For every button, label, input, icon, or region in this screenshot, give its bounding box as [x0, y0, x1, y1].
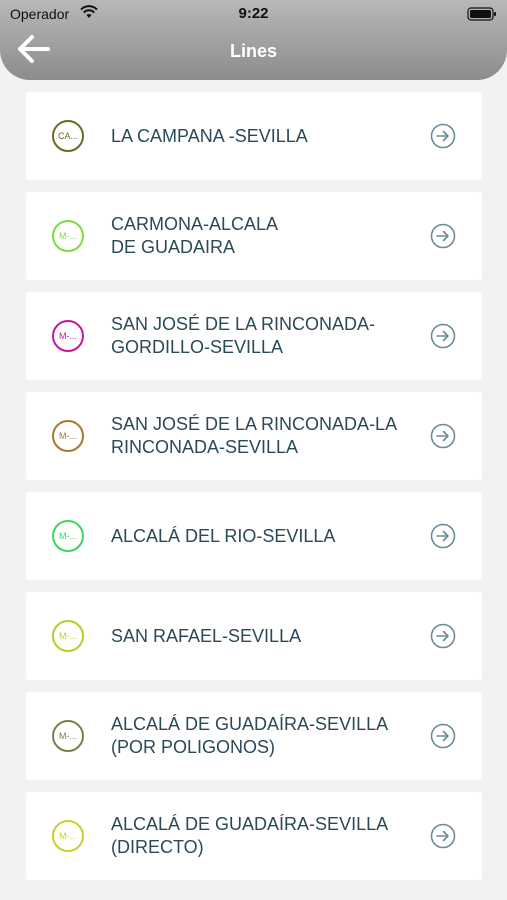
- line-code-badge: M-...: [52, 520, 84, 552]
- status-time: 9:22: [238, 5, 269, 22]
- arrow-right-circle-icon[interactable]: [430, 423, 456, 449]
- line-list-item[interactable]: M-... SAN JOSÉ DE LA RINCONADA-LA RINCONA…: [26, 392, 482, 480]
- lines-list: CA... LA CAMPANA -SEVILLA M-... CARMONA-ALC…: [26, 92, 482, 892]
- status-bar: Operador 9:22: [0, 0, 507, 28]
- arrow-right-circle-icon[interactable]: [430, 723, 456, 749]
- line-code-badge: M-...: [52, 220, 84, 252]
- line-name: SAN JOSÉ DE LA RINCONADA-LA RINCONADA-SE…: [111, 414, 398, 457]
- arrow-right-circle-icon[interactable]: [430, 823, 456, 849]
- line-name: SAN RAFAEL-SEVILLA: [111, 625, 302, 646]
- line-code-badge: CA...: [52, 120, 84, 152]
- arrow-right-circle-icon[interactable]: [430, 523, 456, 549]
- page-title: Lines: [229, 41, 277, 61]
- arrow-right-circle-icon[interactable]: [430, 223, 456, 249]
- line-name: ALCALÁ DE GUADAÍRA-SEVILLA (DIRECTO): [111, 814, 389, 857]
- line-code-badge: M-...: [52, 320, 84, 352]
- arrow-right-circle-icon[interactable]: [430, 623, 456, 649]
- line-name: CARMONA-ALCALA DE GUADAIRA: [111, 214, 279, 257]
- line-list-item[interactable]: M-... SAN RAFAEL-SEVILLA: [26, 592, 482, 680]
- line-name: LA CAMPANA -SEVILLA: [111, 125, 308, 146]
- line-code-badge: M-...: [52, 620, 84, 652]
- line-code-badge: M-...: [52, 420, 84, 452]
- line-name: ALCALÁ DEL RIO-SEVILLA: [111, 525, 336, 546]
- line-name: ALCALÁ DE GUADAÍRA-SEVILLA (POR POLIGONO…: [111, 714, 389, 757]
- line-list-item[interactable]: M-... CARMONA-ALCALA DE GUADAIRA: [26, 192, 482, 280]
- battery-icon: [467, 7, 497, 21]
- line-code-badge: M-...: [52, 720, 84, 752]
- navigation-header: Operador 9:22 Lines: [0, 0, 507, 80]
- line-code-badge: M-...: [52, 820, 84, 852]
- line-list-item[interactable]: CA... LA CAMPANA -SEVILLA: [26, 92, 482, 180]
- line-name: SAN JOSÉ DE LA RINCONADA- GORDILLO-SEVIL…: [111, 314, 376, 357]
- line-list-item[interactable]: M-... SAN JOSÉ DE LA RINCONADA- GORDILLO-…: [26, 292, 482, 380]
- line-list-item[interactable]: M-... ALCALÁ DE GUADAÍRA-SEVILLA (DIRECTO…: [26, 792, 482, 880]
- arrow-right-circle-icon[interactable]: [430, 323, 456, 349]
- arrow-right-circle-icon[interactable]: [430, 123, 456, 149]
- line-list-item[interactable]: M-... ALCALÁ DE GUADAÍRA-SEVILLA (POR POL…: [26, 692, 482, 780]
- line-list-item[interactable]: M-... ALCALÁ DEL RIO-SEVILLA: [26, 492, 482, 580]
